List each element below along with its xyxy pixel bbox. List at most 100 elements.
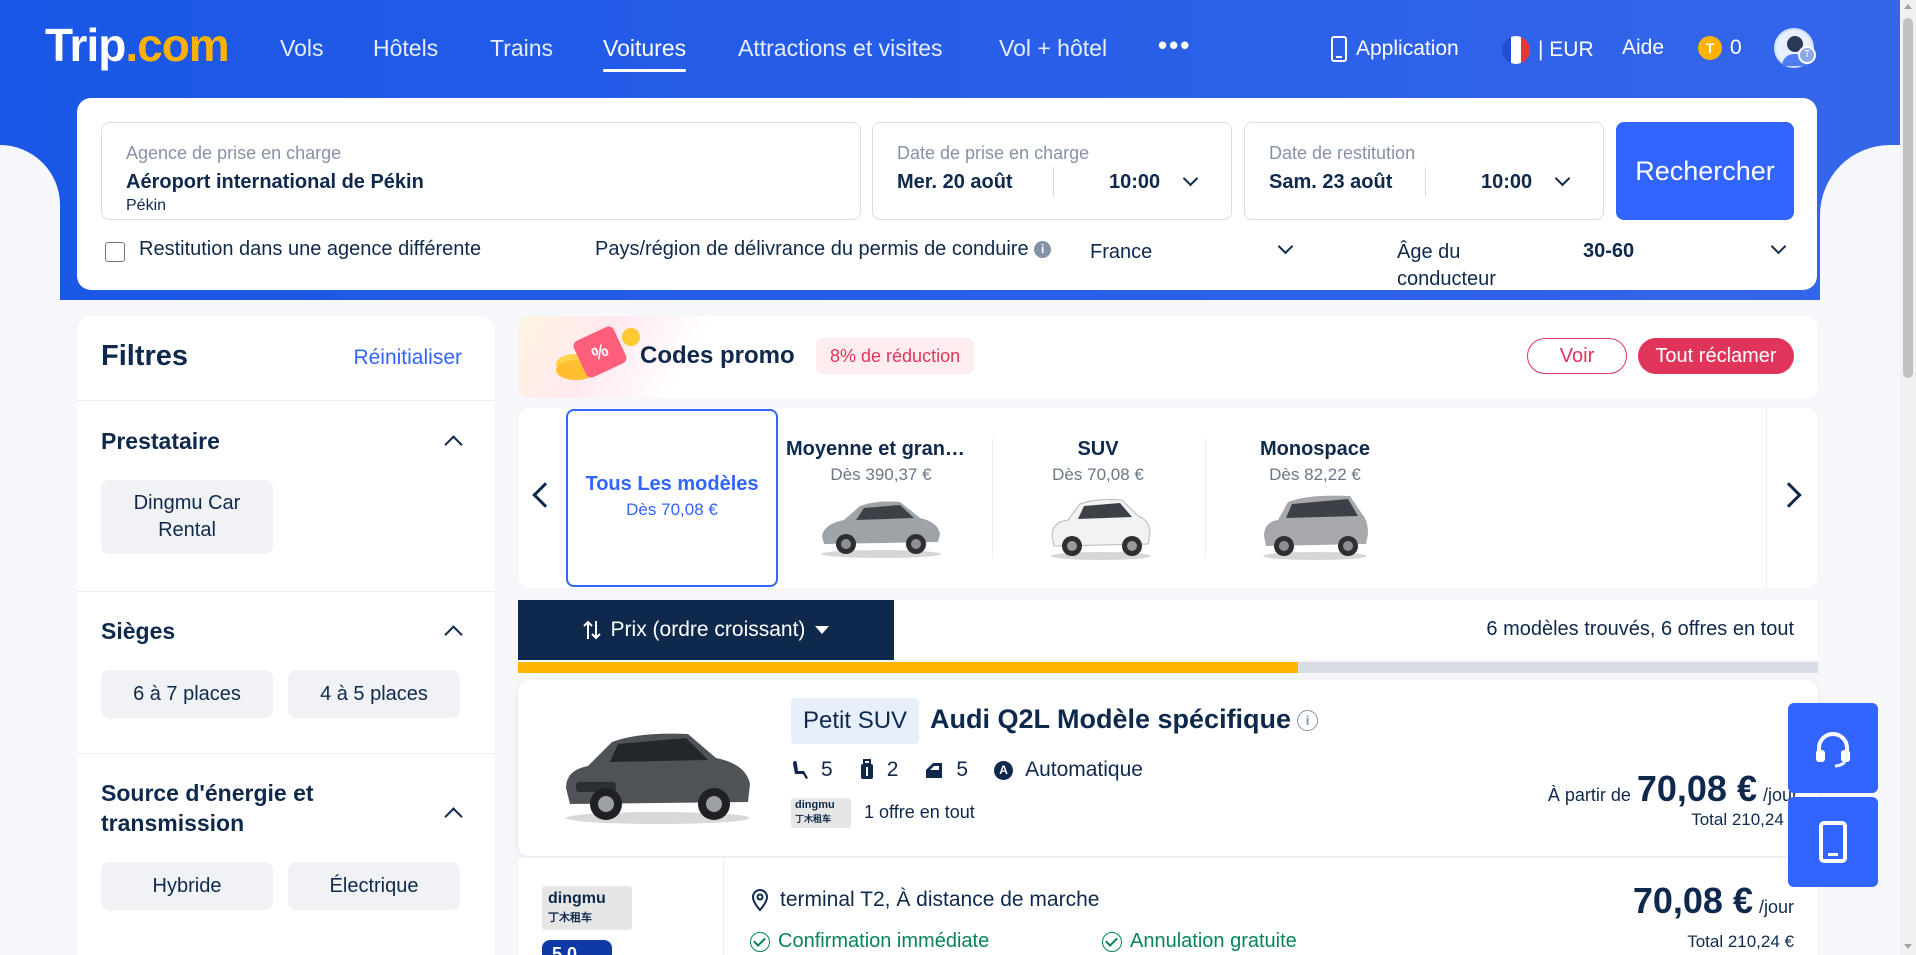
seats-section-title[interactable]: Sièges — [101, 616, 175, 646]
return-date-field[interactable]: Date de restitution Sam. 23 août 10:00 — [1244, 122, 1604, 220]
currency-selector[interactable]: | EUR — [1502, 36, 1594, 64]
provider-chip-dingmu[interactable]: Dingmu Car Rental — [101, 480, 273, 554]
more-icon[interactable]: ••• — [1158, 30, 1191, 61]
promo-title: Codes promo — [640, 342, 795, 369]
chevron-up-icon[interactable] — [444, 807, 463, 826]
sort-icon — [582, 620, 601, 640]
offer-price: 70,08 € /jour — [1633, 880, 1794, 922]
currency-label: | EUR — [1538, 38, 1594, 61]
sort-dropdown[interactable]: Prix (ordre croissant) — [518, 600, 894, 660]
driver-age-value[interactable]: 30-60 — [1583, 240, 1634, 263]
trip-logo[interactable]: Trip.com — [45, 18, 230, 72]
nav-vol-hotel[interactable]: Vol + hôtel — [999, 35, 1107, 62]
offer-total: Total 210,24 € — [1687, 932, 1794, 951]
energy-chip-hybrid[interactable]: Hybride — [101, 862, 273, 910]
chevron-down-icon[interactable] — [1554, 170, 1571, 187]
energy-section-title[interactable]: Source d'énergie et transmission — [101, 778, 314, 838]
seats-value: 5 — [821, 758, 833, 781]
category-suv[interactable]: SUV Dès 70,08 € — [1008, 408, 1188, 588]
sedan-car-image — [821, 501, 941, 558]
info-icon[interactable]: i — [1297, 710, 1319, 731]
chevron-down-icon[interactable] — [1770, 238, 1787, 255]
category-sedan[interactable]: Moyenne et grande berline Dès 390,37 € — [786, 408, 976, 588]
feature-label: Confirmation immédiate — [778, 930, 990, 952]
reset-filters-link[interactable]: Réinitialiser — [353, 346, 462, 370]
chevron-down-icon[interactable] — [1182, 170, 1199, 187]
filters-sidebar: Filtres Réinitialiser Prestataire Dingmu… — [77, 316, 494, 955]
car-result-card[interactable]: Petit SUV Audi Q2L Modèle spécifique i 5 … — [518, 680, 1818, 856]
nav-hotels[interactable]: Hôtels — [373, 35, 438, 62]
chevron-up-icon[interactable] — [444, 435, 463, 454]
different-return-label[interactable]: Restitution dans une agence différente — [139, 238, 481, 261]
offer-price-value: 70,08 € — [1632, 880, 1753, 921]
suv-car-image — [1051, 499, 1151, 560]
transmission-spec: A Automatique — [994, 758, 1143, 782]
nav-vols[interactable]: Vols — [280, 35, 323, 62]
different-return-checkbox[interactable] — [105, 242, 125, 262]
info-icon[interactable]: i — [1034, 240, 1052, 258]
return-time-value[interactable]: 10:00 — [1481, 171, 1532, 194]
license-country-value[interactable]: France — [1090, 241, 1152, 264]
headset-icon — [1816, 732, 1850, 768]
chevron-right-icon[interactable] — [1776, 482, 1802, 508]
seats-chip-6-7[interactable]: 6 à 7 places — [101, 670, 273, 718]
app-link[interactable]: Application — [1330, 36, 1459, 62]
scroll-down-icon[interactable] — [1904, 944, 1912, 949]
instant-confirmation: Confirmation immédiate — [750, 930, 989, 953]
sort-label: Prix (ordre croissant) — [610, 618, 806, 641]
nav-voitures[interactable]: Voitures — [603, 35, 687, 72]
divider — [77, 400, 494, 401]
category-minivan[interactable]: Monospace Dès 82,22 € — [1220, 408, 1410, 588]
location-pin-icon — [751, 889, 769, 912]
category-price: Dès 70,08 € — [1052, 465, 1144, 484]
filters-title: Filtres — [101, 340, 189, 372]
return-date-label: Date de restitution — [1269, 143, 1416, 163]
search-button[interactable]: Rechercher — [1616, 122, 1794, 220]
category-price: Dès 82,22 € — [1269, 465, 1361, 484]
promo-banner: % Codes promo 8% de réduction Voir Tout … — [518, 316, 1818, 398]
category-all[interactable]: Tous Les modèles Dès 70,08 € — [566, 409, 778, 587]
nav-trains[interactable]: Trains — [490, 35, 553, 62]
price-from: À partir de 70,08 € /jour — [1548, 768, 1798, 810]
vendor-logo-small: dingmu 丁木租车 — [791, 798, 851, 828]
coins-balance[interactable]: T 0 — [1698, 36, 1742, 60]
price-value: 70,08 € — [1636, 768, 1757, 809]
vendor-rating-badge: 5.0 — [542, 940, 612, 955]
pickup-time-value[interactable]: 10:00 — [1109, 171, 1160, 194]
coins-value: 0 — [1730, 36, 1742, 59]
chevron-up-icon[interactable] — [444, 625, 463, 644]
offer-row[interactable]: dingmu 丁木租车 5.0 terminal T2, À distance d… — [518, 858, 1818, 955]
view-promo-button[interactable]: Voir — [1527, 338, 1627, 374]
sort-bar: Prix (ordre croissant) 6 modèles trouvés… — [518, 600, 1818, 660]
nav-attractions[interactable]: Attractions et visites — [738, 35, 943, 62]
pickup-location-field[interactable]: Agence de prise en charge Aéroport inter… — [101, 122, 861, 220]
license-country-label: Pays/région de délivrance du permis de c… — [595, 238, 1052, 261]
pickup-date-field[interactable]: Date de prise en charge Mer. 20 août 10:… — [872, 122, 1232, 220]
promo-discount-badge: 8% de réduction — [816, 338, 975, 374]
category-price: Dès 390,37 € — [830, 465, 932, 484]
scroll-up-icon[interactable] — [1904, 4, 1912, 9]
chevron-left-icon[interactable] — [532, 482, 558, 508]
seat-icon — [793, 761, 808, 779]
help-link[interactable]: Aide — [1622, 36, 1664, 60]
scrollbar-thumb[interactable] — [1903, 18, 1913, 378]
phone-icon — [1331, 36, 1347, 62]
seats-chip-4-5[interactable]: 4 à 5 places — [288, 670, 460, 718]
mobile-icon — [1819, 821, 1847, 863]
energy-chip-electric[interactable]: Électrique — [288, 862, 460, 910]
claim-all-button[interactable]: Tout réclamer — [1638, 338, 1794, 374]
luggage-spec: 2 — [859, 758, 898, 782]
loading-progress-bar — [518, 662, 1818, 673]
mobile-app-button[interactable] — [1788, 797, 1878, 887]
feature-label: Annulation gratuite — [1130, 930, 1297, 952]
door-icon — [926, 763, 943, 778]
pickup-location-value: Aéroport international de Pékin — [126, 171, 424, 193]
chevron-down-icon[interactable] — [1277, 238, 1294, 255]
pickup-city: Pékin — [126, 197, 167, 214]
category-name: Monospace — [1259, 438, 1371, 460]
pickup-location-info: terminal T2, À distance de marche — [750, 888, 1099, 912]
offer-price-unit: /jour — [1758, 897, 1794, 917]
provider-section-title[interactable]: Prestataire — [101, 426, 220, 456]
customer-support-button[interactable] — [1788, 703, 1878, 793]
category-price: Dès 70,08 € — [626, 500, 718, 519]
